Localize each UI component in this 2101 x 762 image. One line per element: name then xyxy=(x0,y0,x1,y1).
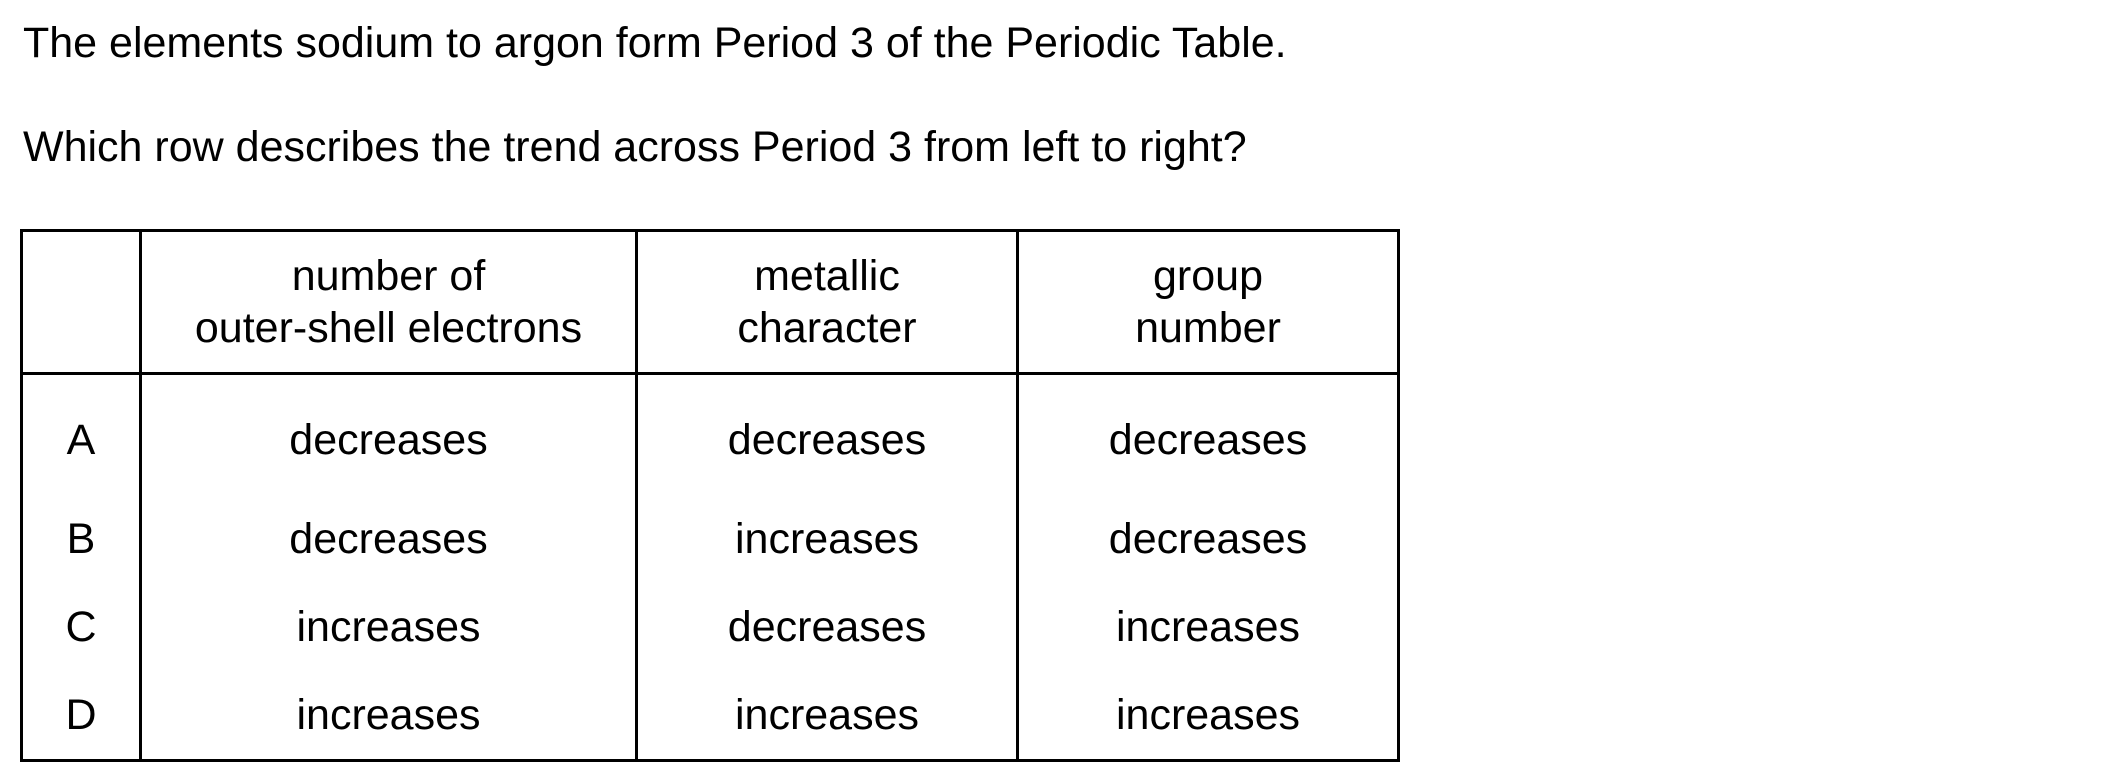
option-key: B xyxy=(20,495,142,583)
table-cell: decreases xyxy=(635,583,1019,671)
header-text: character xyxy=(737,304,917,352)
header-row: number of outer-shell electrons metallic… xyxy=(20,229,1400,375)
table-cell: decreases xyxy=(139,373,638,495)
intro-text: The elements sodium to argon form Period… xyxy=(23,19,1287,67)
options-table: number of outer-shell electrons metallic… xyxy=(20,229,1400,762)
header-group-number: group number xyxy=(1016,229,1400,375)
header-text: number of xyxy=(291,252,486,300)
header-metallic-character: metallic character xyxy=(635,229,1019,375)
table-row: B decreases increases decreases xyxy=(20,495,1400,583)
table-row: C increases decreases increases xyxy=(20,583,1400,671)
table-row: A decreases decreases decreases xyxy=(20,373,1400,495)
table-row: D increases increases increases xyxy=(20,671,1400,762)
question-text: Which row describes the trend across Per… xyxy=(23,123,1247,171)
header-key-cell xyxy=(20,229,142,375)
table-cell: decreases xyxy=(139,495,638,583)
table-cell: increases xyxy=(139,671,638,762)
option-key: C xyxy=(20,583,142,671)
table-cell: increases xyxy=(635,495,1019,583)
header-text: group xyxy=(1153,252,1263,300)
table-cell: increases xyxy=(1016,671,1400,762)
header-outer-shell-electrons: number of outer-shell electrons xyxy=(139,229,638,375)
table-cell: decreases xyxy=(1016,495,1400,583)
header-text: metallic xyxy=(754,252,900,300)
table-cell: decreases xyxy=(1016,373,1400,495)
table-cell: increases xyxy=(1016,583,1400,671)
table-cell: increases xyxy=(139,583,638,671)
option-key: A xyxy=(20,373,142,495)
option-key: D xyxy=(20,671,142,762)
table-cell: increases xyxy=(635,671,1019,762)
header-text: number xyxy=(1135,304,1281,352)
header-text: outer-shell electrons xyxy=(194,304,583,352)
table-cell: decreases xyxy=(635,373,1019,495)
